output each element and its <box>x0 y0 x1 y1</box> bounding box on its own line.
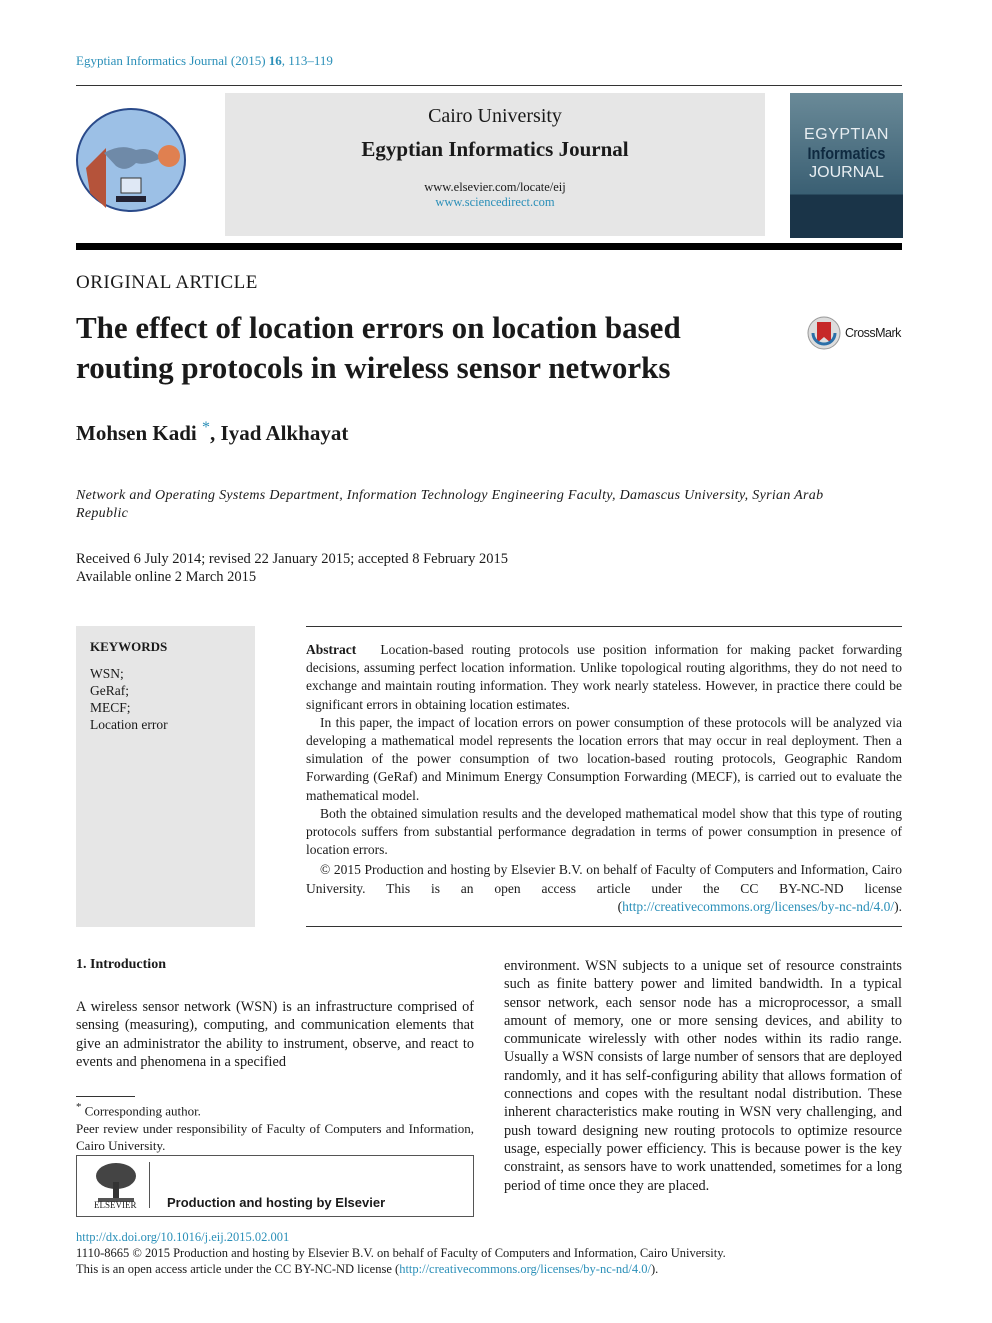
keyword: Location error <box>90 717 168 732</box>
footnote: * Corresponding author. Peer review unde… <box>76 1101 474 1154</box>
crossmark-icon <box>807 316 841 350</box>
header-bar <box>76 243 902 250</box>
keyword: GeRaf; <box>90 683 129 698</box>
production-text: Production and hosting by Elsevier <box>167 1195 386 1210</box>
abstract-bottom-rule <box>306 926 902 927</box>
keyword: WSN; <box>90 666 124 681</box>
university-logo-icon <box>76 108 186 212</box>
article-page: Egyptian Informatics Journal (2015) 16, … <box>0 0 992 1323</box>
license-link[interactable]: http://creativecommons.org/licenses/by-n… <box>399 1262 651 1276</box>
corresponding-author-link[interactable]: * <box>202 419 210 436</box>
article-dates: Received 6 July 2014; revised 22 January… <box>76 551 509 585</box>
license-link[interactable]: http://creativecommons.org/licenses/by-n… <box>622 899 894 914</box>
sciencedirect-link[interactable]: www.sciencedirect.com <box>225 195 765 210</box>
keyword: MECF; <box>90 700 131 715</box>
elsevier-box: ELSEVIER Production and hosting by Elsev… <box>76 1155 474 1217</box>
section-label: ORIGINAL ARTICLE <box>76 272 258 293</box>
intro-left-column: A wireless sensor network (WSN) is an in… <box>76 999 474 1070</box>
journal-name: Egyptian Informatics Journal <box>361 137 629 161</box>
section-heading: 1. Introduction <box>76 957 166 972</box>
abstract-label: Abstract <box>306 642 357 657</box>
journal-url[interactable]: www.elsevier.com/locate/eij <box>225 180 765 195</box>
footnote-rule <box>76 1096 135 1097</box>
abstract: Abstract Location-based routing protocol… <box>306 642 902 914</box>
abstract-top-rule <box>306 626 902 627</box>
authors: Mohsen Kadi *, Iyad Alkhayat <box>76 419 349 445</box>
page-footer: http://dx.doi.org/10.1016/j.eij.2015.02.… <box>76 1229 726 1276</box>
university-name: Cairo University <box>428 105 562 127</box>
crossmark-button[interactable]: CrossMark <box>807 316 901 350</box>
affiliation: Network and Operating Systems Department… <box>76 488 824 521</box>
header-rule <box>76 85 902 86</box>
intro-right-column: environment. WSN subjects to a unique se… <box>504 958 902 1194</box>
keywords-heading: KEYWORDS <box>90 639 168 654</box>
article-title: The effect of location errors on locatio… <box>76 310 681 385</box>
journal-cover: EGYPTIAN Informatics JOURNAL <box>790 93 903 238</box>
keywords-box: KEYWORDS WSN; GeRaf; MECF; Location erro… <box>76 626 255 927</box>
doi-link[interactable]: http://dx.doi.org/10.1016/j.eij.2015.02.… <box>76 1229 726 1245</box>
journal-banner: Cairo University Egyptian Informatics Jo… <box>225 93 765 236</box>
elsevier-tree-logo-icon <box>96 1163 136 1202</box>
journal-reference[interactable]: Egyptian Informatics Journal (2015) 16, … <box>76 53 333 69</box>
